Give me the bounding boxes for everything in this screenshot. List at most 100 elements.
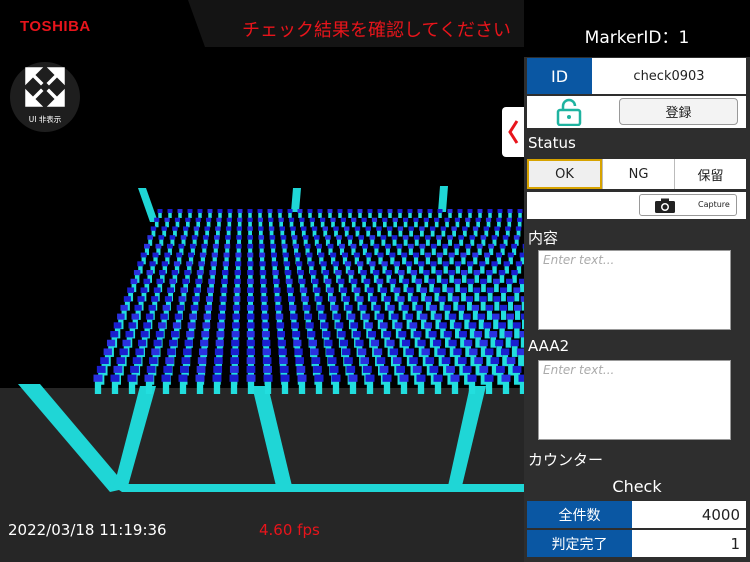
- scanned-item: [371, 217, 378, 228]
- scanned-item: [437, 209, 443, 218]
- scanned-item: [465, 217, 471, 228]
- scanned-item: [467, 278, 474, 293]
- scanned-item: [154, 217, 160, 228]
- register-row: 登録: [527, 96, 746, 128]
- content-textarea[interactable]: [538, 250, 731, 330]
- scanned-item: [493, 278, 500, 293]
- scanned-item: [454, 217, 461, 228]
- scanned-item: [144, 374, 154, 394]
- scanned-item: [507, 209, 513, 218]
- scanned-item: [127, 374, 137, 394]
- aaa2-textarea[interactable]: [538, 360, 731, 440]
- scanned-item: [454, 278, 461, 293]
- collapse-panel-button[interactable]: [502, 107, 524, 157]
- scanned-item: [493, 296, 501, 311]
- frame-base: [110, 484, 526, 492]
- scanned-item: [453, 243, 460, 256]
- scanned-item: [487, 209, 493, 218]
- alert-message: チェック結果を確認してください: [242, 20, 511, 41]
- scanned-item: [434, 217, 440, 228]
- content-heading: 内容: [528, 229, 559, 247]
- scanned-item: [486, 287, 494, 302]
- counter-label-done: 判定完了: [527, 530, 632, 557]
- scanned-item: [460, 252, 467, 265]
- scanned-item: [467, 209, 473, 218]
- expand-arrows-icon: [25, 67, 65, 107]
- register-button[interactable]: 登録: [619, 98, 738, 125]
- scanned-item: [150, 226, 157, 237]
- scanned-item: [448, 252, 455, 265]
- scanned-item: [204, 226, 210, 237]
- scanned-item: [473, 287, 481, 302]
- scanned-item: [447, 209, 453, 218]
- status-ng-button[interactable]: NG: [602, 159, 674, 189]
- scanned-item: [205, 217, 212, 228]
- scanned-item: [207, 209, 213, 218]
- scanned-item: [347, 209, 353, 218]
- scanned-item: [484, 374, 494, 394]
- status-heading: Status: [528, 134, 576, 152]
- scanned-item: [327, 209, 333, 218]
- scanned-item: [268, 226, 275, 237]
- scanned-item: [331, 374, 341, 394]
- scanned-item: [178, 374, 188, 394]
- lock-toggle-button[interactable]: [555, 98, 585, 127]
- scanned-item: [397, 209, 403, 218]
- scanned-item: [193, 226, 200, 237]
- scanned-item: [462, 226, 468, 237]
- counter-row-done: 判定完了 1: [527, 530, 746, 557]
- scanned-item: [382, 217, 388, 228]
- capture-button[interactable]: Capture: [639, 194, 737, 216]
- counter-value-total: 4000: [701, 505, 740, 524]
- scanned-item: [515, 226, 522, 237]
- scanned-item: [161, 226, 167, 237]
- scanned-item: [466, 261, 474, 274]
- chevron-left-icon: [508, 120, 519, 144]
- scanned-item: [280, 374, 290, 394]
- scanned-item: [429, 226, 436, 237]
- status-ok-button[interactable]: OK: [527, 159, 602, 189]
- scanned-item: [467, 374, 477, 394]
- scanned-item: [472, 226, 479, 237]
- scanned-item: [485, 217, 492, 228]
- counter-value-done: 1: [730, 534, 740, 553]
- scanned-item: [277, 209, 283, 218]
- scanned-item: [417, 209, 423, 218]
- scanned-item: [477, 209, 483, 218]
- scanned-item: [314, 374, 324, 394]
- id-value: check0903: [592, 58, 746, 94]
- scanned-item: [483, 226, 490, 237]
- scanned-item: [257, 217, 264, 228]
- scanned-item: [408, 226, 414, 237]
- ui-toggle-button[interactable]: UI 非表示: [10, 62, 80, 132]
- scanned-item: [110, 374, 120, 394]
- scanned-item: [226, 217, 232, 228]
- scanned-item: [365, 226, 371, 237]
- scanned-item: [247, 209, 253, 218]
- scanned-item: [354, 226, 361, 237]
- scanned-item: [216, 217, 222, 228]
- scanned-item: [479, 296, 487, 311]
- scanned-item: [416, 374, 426, 394]
- scanned-item: [486, 270, 493, 283]
- scanned-item: [494, 226, 500, 237]
- status-hold-button[interactable]: 保留: [674, 159, 746, 189]
- scanned-item: [195, 374, 205, 394]
- scanned-item: [247, 217, 253, 228]
- scanned-item: [457, 209, 463, 218]
- scanned-item: [367, 209, 373, 218]
- unlock-icon: [556, 98, 582, 127]
- scanned-item: [182, 226, 189, 237]
- scanned-item: [309, 217, 315, 228]
- scanned-item: [268, 217, 274, 228]
- scanned-item: [517, 209, 523, 218]
- scanned-item: [320, 217, 326, 228]
- scanned-item: [246, 374, 256, 394]
- scanned-item: [227, 209, 233, 218]
- scanned-item: [157, 209, 163, 218]
- scanned-item: [430, 261, 437, 274]
- aaa2-heading: AAA2: [528, 337, 570, 355]
- scanned-item: [407, 243, 414, 256]
- scanned-item: [376, 226, 382, 237]
- scanned-item: [267, 209, 273, 218]
